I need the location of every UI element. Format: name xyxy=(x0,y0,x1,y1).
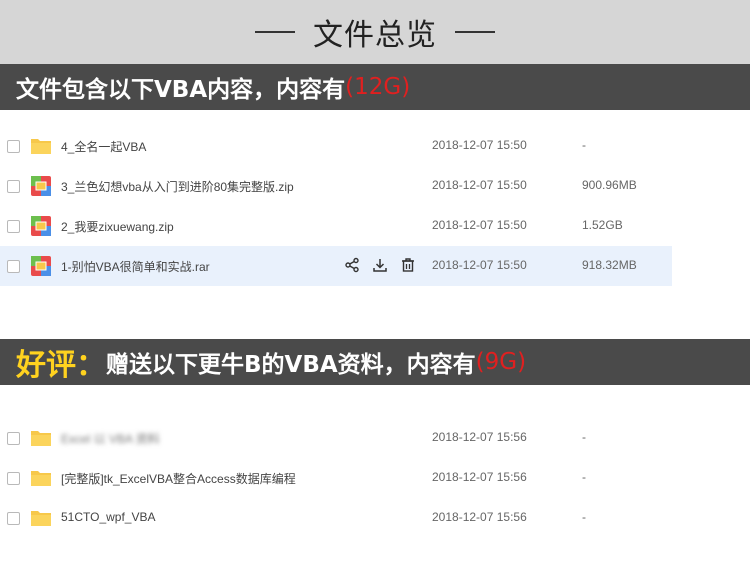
file-row[interactable]: 1-别怕VBA很简单和实战.rar 2018-12-07 15:50 918.3… xyxy=(0,246,672,286)
file-size: 900.96MB xyxy=(582,178,637,192)
file-name[interactable]: 51CTO_wpf_VBA xyxy=(61,510,156,524)
header-rule-right xyxy=(455,31,495,33)
section1-banner: 文件包含以下VBA内容，内容有 (12G) xyxy=(0,64,750,110)
folder-icon xyxy=(31,511,51,526)
file-row[interactable]: 51CTO_wpf_VBA 2018-12-07 15:56 - xyxy=(0,498,672,538)
file-row[interactable]: [完整版]tk_ExcelVBA整合Access数据库编程 2018-12-07… xyxy=(0,458,672,498)
file-size: - xyxy=(582,470,586,484)
file-name[interactable]: 3_兰色幻想vba从入门到进阶80集完整版.zip xyxy=(61,178,294,195)
file-name[interactable]: 4_全名一起VBA xyxy=(61,138,146,155)
file-row[interactable]: 4_全名一起VBA 2018-12-07 15:50 - xyxy=(0,126,672,166)
top-header: 文件总览 xyxy=(0,0,750,64)
folder-icon xyxy=(31,431,51,446)
file-date: 2018-12-07 15:50 xyxy=(432,258,527,272)
download-icon[interactable] xyxy=(372,257,388,273)
header-rule-left xyxy=(255,31,295,33)
section2-banner-text: 赠送以下更牛B的VBA资料，内容有 xyxy=(106,352,476,378)
file-name[interactable]: 1-别怕VBA很简单和实战.rar xyxy=(61,258,210,275)
folder-icon xyxy=(31,139,51,154)
zip-icon xyxy=(31,256,51,276)
file-date: 2018-12-07 15:56 xyxy=(432,510,527,524)
zip-icon xyxy=(31,216,51,236)
file-overview-page: 文件总览 文件包含以下VBA内容，内容有 (12G) 4_全名一起VBA 2018… xyxy=(0,0,750,562)
share-icon[interactable] xyxy=(344,257,360,273)
file-size: 1.52GB xyxy=(582,218,623,232)
row-actions xyxy=(344,257,416,273)
file-size: - xyxy=(582,430,586,444)
row-checkbox[interactable] xyxy=(7,432,20,445)
zip-icon xyxy=(31,176,51,196)
file-date: 2018-12-07 15:56 xyxy=(432,470,527,484)
file-size: 918.32MB xyxy=(582,258,637,272)
good-review-label: 好评 xyxy=(16,348,76,383)
row-checkbox[interactable] xyxy=(7,220,20,233)
good-review-colon: ： xyxy=(76,348,106,383)
section2-banner-size: (9G) xyxy=(475,349,527,375)
file-date: 2018-12-07 15:56 xyxy=(432,430,527,444)
row-checkbox[interactable] xyxy=(7,180,20,193)
section2-banner: 好评：赠送以下更牛B的VBA资料，内容有 (9G) xyxy=(0,339,750,385)
file-date: 2018-12-07 15:50 xyxy=(432,178,527,192)
page-title: 文件总览 xyxy=(313,18,437,53)
file-name[interactable]: [完整版]tk_ExcelVBA整合Access数据库编程 xyxy=(61,470,296,487)
file-row[interactable]: Excel 以 VBA 资料 2018-12-07 15:56 - xyxy=(0,418,672,458)
file-row[interactable]: 2_我要zixuewang.zip 2018-12-07 15:50 1.52G… xyxy=(0,206,672,246)
folder-icon xyxy=(31,471,51,486)
file-size: - xyxy=(582,510,586,524)
section1-banner-text: 文件包含以下VBA内容，内容有 xyxy=(16,77,346,103)
section1-banner-size: (12G) xyxy=(345,74,411,100)
row-checkbox[interactable] xyxy=(7,260,20,273)
row-checkbox[interactable] xyxy=(7,472,20,485)
delete-icon[interactable] xyxy=(400,257,416,273)
row-checkbox[interactable] xyxy=(7,512,20,525)
file-row[interactable]: 3_兰色幻想vba从入门到进阶80集完整版.zip 2018-12-07 15:… xyxy=(0,166,672,206)
file-name[interactable]: Excel 以 VBA 资料 xyxy=(61,430,160,447)
file-date: 2018-12-07 15:50 xyxy=(432,218,527,232)
file-name[interactable]: 2_我要zixuewang.zip xyxy=(61,218,174,235)
file-date: 2018-12-07 15:50 xyxy=(432,138,527,152)
file-size: - xyxy=(582,138,586,152)
row-checkbox[interactable] xyxy=(7,140,20,153)
